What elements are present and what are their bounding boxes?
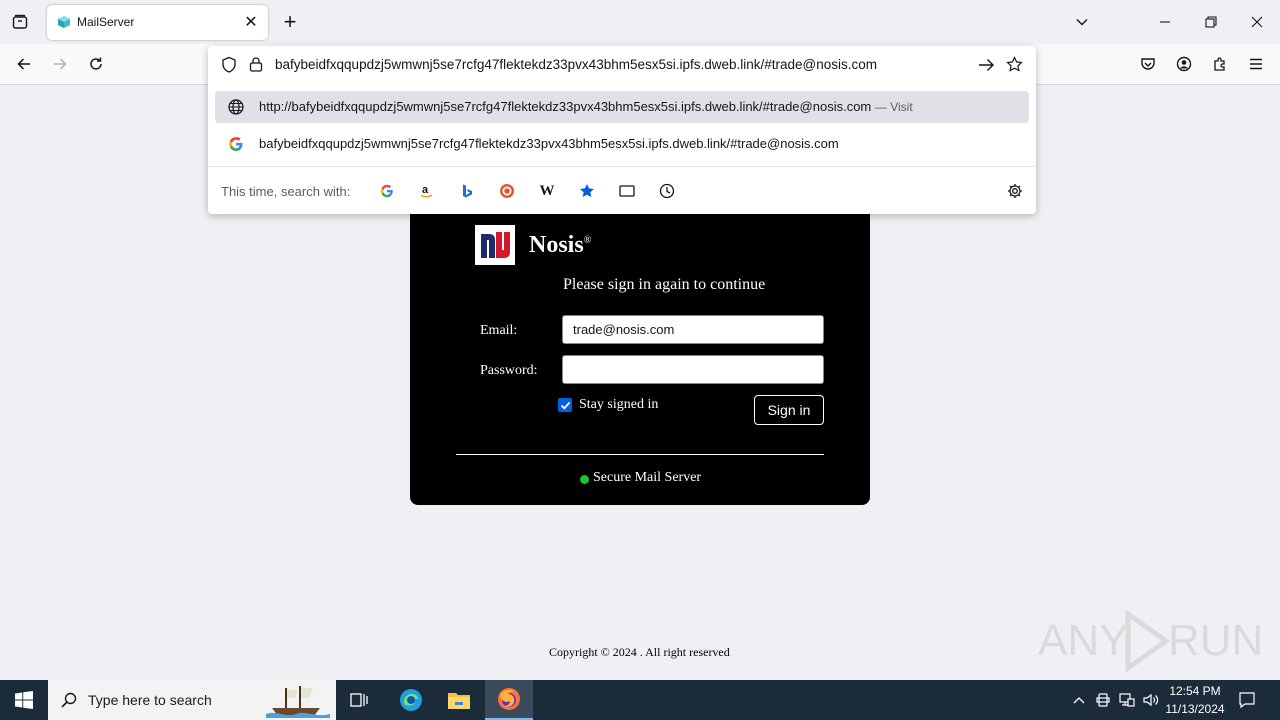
- windows-logo-icon: [15, 691, 33, 709]
- brand-name: Nosis®: [529, 232, 592, 258]
- bookmarks-icon[interactable]: [576, 180, 598, 202]
- tabs-icon[interactable]: [616, 180, 638, 202]
- start-button[interactable]: [0, 680, 48, 720]
- duckduckgo-icon[interactable]: [496, 180, 518, 202]
- watermark-text-left: ANY: [1038, 616, 1129, 665]
- divider: [456, 454, 824, 455]
- password-field[interactable]: [562, 355, 824, 384]
- urlbar[interactable]: bafybeidfxqqupdzj5wmwnj5se7rcfg47flektek…: [208, 46, 1036, 84]
- suggestion-search-text: bafybeidfxqqupdzj5wmwnj5se7rcfg47flektek…: [259, 136, 839, 151]
- lock-icon[interactable]: [249, 56, 263, 72]
- secure-server-label: Secure Mail Server: [593, 470, 702, 485]
- list-tabs-chevron-icon[interactable]: [1068, 8, 1096, 36]
- bing-icon[interactable]: [456, 180, 478, 202]
- status-dot-icon: [580, 475, 589, 484]
- restore-icon[interactable]: [1197, 8, 1225, 36]
- amazon-icon[interactable]: a: [416, 180, 438, 202]
- notifications-icon[interactable]: [1237, 690, 1257, 710]
- email-field[interactable]: [562, 315, 824, 344]
- device-icon[interactable]: [1093, 690, 1113, 710]
- tab-mailserver[interactable]: MailServer ✕: [47, 5, 268, 40]
- password-label: Password:: [480, 363, 538, 378]
- suggestion-search-google[interactable]: bafybeidfxqqupdzj5wmwnj5se7rcfg47flektek…: [215, 128, 1029, 160]
- wikipedia-icon[interactable]: W: [536, 180, 558, 202]
- reload-icon[interactable]: [82, 50, 110, 78]
- extensions-icon[interactable]: [1206, 50, 1234, 78]
- email-label: Email:: [480, 323, 518, 338]
- firefox-icon[interactable]: [485, 680, 533, 720]
- google-icon: [229, 137, 243, 151]
- minimize-icon[interactable]: [1151, 8, 1179, 36]
- menu-icon[interactable]: [1242, 50, 1270, 78]
- cube-icon: [58, 16, 70, 28]
- close-tab-icon[interactable]: ✕: [240, 11, 262, 33]
- tab-bar: MailServer ✕ +: [0, 0, 1280, 44]
- visit-label: — Visit: [874, 100, 913, 114]
- globe-icon: [228, 99, 244, 115]
- urlbar-dropdown: bafybeidfxqqupdzj5wmwnj5se7rcfg47flektek…: [208, 46, 1036, 214]
- windows-taskbar: Type here to search 12:54 PM 11/13/2024: [0, 680, 1280, 720]
- url-input[interactable]: bafybeidfxqqupdzj5wmwnj5se7rcfg47flektek…: [275, 57, 877, 72]
- search-highlight-ship-icon: [266, 686, 330, 718]
- play-logo-icon: [1125, 610, 1171, 672]
- history-icon[interactable]: [656, 180, 678, 202]
- search-settings-gear-icon[interactable]: [1004, 180, 1026, 202]
- close-window-icon[interactable]: [1243, 8, 1271, 36]
- bookmark-star-icon[interactable]: [1006, 56, 1023, 73]
- suggestion-url-text: http://bafybeidfxqqupdzj5wmwnj5se7rcfg47…: [259, 99, 872, 114]
- pocket-icon[interactable]: [1134, 50, 1162, 78]
- file-explorer-icon[interactable]: [435, 680, 483, 720]
- new-tab-button[interactable]: +: [276, 8, 304, 36]
- sign-in-button[interactable]: Sign in: [754, 395, 824, 425]
- google-icon[interactable]: [376, 180, 398, 202]
- stay-signed-in-label: Stay signed in: [579, 397, 659, 412]
- go-arrow-icon[interactable]: [978, 57, 995, 73]
- nosis-logo: [475, 225, 515, 265]
- show-hidden-icons-chevron-icon[interactable]: [1069, 690, 1089, 710]
- watermark-text-right: RUN: [1168, 616, 1264, 665]
- search-icon: [61, 692, 77, 708]
- tracking-shield-icon[interactable]: [221, 56, 237, 73]
- back-icon[interactable]: [10, 50, 38, 78]
- anyrun-watermark: ANY RUN: [1038, 608, 1263, 674]
- clock-time[interactable]: 12:54 PM: [1163, 684, 1227, 698]
- account-icon[interactable]: [1170, 50, 1198, 78]
- stay-signed-in-checkbox[interactable]: [558, 398, 572, 412]
- clock-date[interactable]: 11/13/2024: [1163, 702, 1227, 716]
- sign-in-prompt: Please sign in again to continue: [563, 276, 766, 293]
- volume-icon[interactable]: [1141, 690, 1161, 710]
- search-placeholder: Type here to search: [88, 692, 212, 708]
- firefox-view-icon[interactable]: [6, 8, 34, 36]
- suggestion-visit-url[interactable]: http://bafybeidfxqqupdzj5wmwnj5se7rcfg47…: [215, 91, 1029, 123]
- tab-title: MailServer: [77, 15, 135, 29]
- search-shortcuts-bar: This time, search with: a W: [208, 166, 1036, 214]
- network-icon[interactable]: [1117, 690, 1137, 710]
- taskbar-search[interactable]: Type here to search: [48, 680, 336, 720]
- login-card: Nosis® Please sign in again to continue …: [410, 214, 870, 505]
- svg-text:a: a: [422, 184, 429, 196]
- edge-icon[interactable]: [387, 680, 435, 720]
- checkmark-icon: [560, 401, 570, 410]
- search-with-label: This time, search with:: [221, 184, 351, 199]
- task-view-icon[interactable]: [336, 680, 384, 720]
- forward-icon[interactable]: [46, 50, 74, 78]
- copyright-footer: Copyright © 2024 . All right reserved: [549, 645, 730, 659]
